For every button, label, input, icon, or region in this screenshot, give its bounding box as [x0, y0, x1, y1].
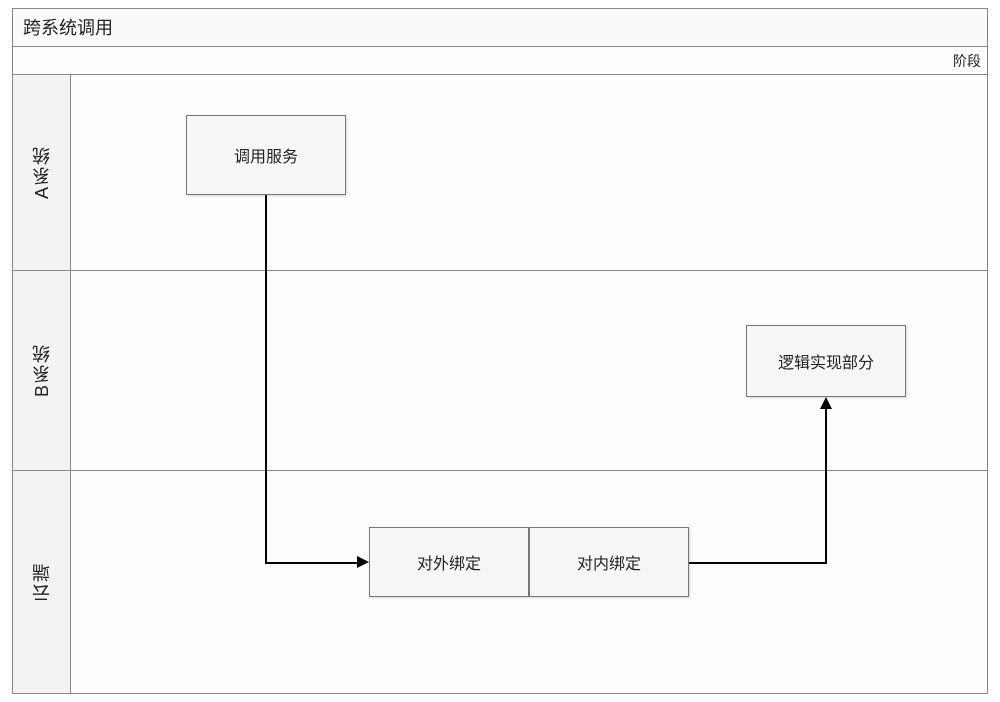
phase-bar: 阶段 — [13, 47, 987, 75]
node-internal-binding-label: 对内绑定 — [577, 550, 641, 574]
lane-header-cloud: 云端 — [13, 470, 71, 693]
node-external-binding: 对外绑定 — [369, 527, 529, 597]
node-external-binding-label: 对外绑定 — [417, 550, 481, 574]
arrow-call-to-external-h — [265, 562, 357, 564]
lane-header-b-system: B系统 — [13, 270, 71, 470]
node-call-service: 调用服务 — [186, 115, 346, 195]
lane-header-cloud-label: 云端 — [29, 562, 55, 602]
node-internal-binding: 对内绑定 — [529, 527, 689, 597]
phase-label: 阶段 — [953, 51, 981, 71]
arrow-internal-to-logic-head — [820, 397, 832, 409]
arrow-internal-to-logic-h — [689, 562, 827, 564]
arrow-internal-to-logic-v — [825, 409, 827, 563]
diagram-content: 调用服务 逻辑实现部分 对外绑定 对内绑定 — [71, 75, 987, 693]
arrow-call-to-external-head — [357, 556, 369, 568]
lane-header-a-system-label: A系统 — [29, 145, 55, 199]
node-logic-impl: 逻辑实现部分 — [746, 325, 906, 397]
lane-header-b-system-label: B系统 — [29, 343, 55, 397]
node-logic-impl-label: 逻辑实现部分 — [778, 349, 874, 373]
arrow-call-to-external-v — [265, 195, 267, 563]
diagram-title: 跨系统调用 — [13, 9, 987, 47]
lane-header-column: A系统 B系统 云端 — [13, 75, 71, 693]
lane-header-a-system: A系统 — [13, 75, 71, 270]
swimlane-diagram: 跨系统调用 阶段 A系统 B系统 云端 调用服务 逻辑实现部分 — [12, 8, 988, 694]
node-call-service-label: 调用服务 — [234, 143, 298, 167]
diagram-title-text: 跨系统调用 — [23, 18, 113, 38]
